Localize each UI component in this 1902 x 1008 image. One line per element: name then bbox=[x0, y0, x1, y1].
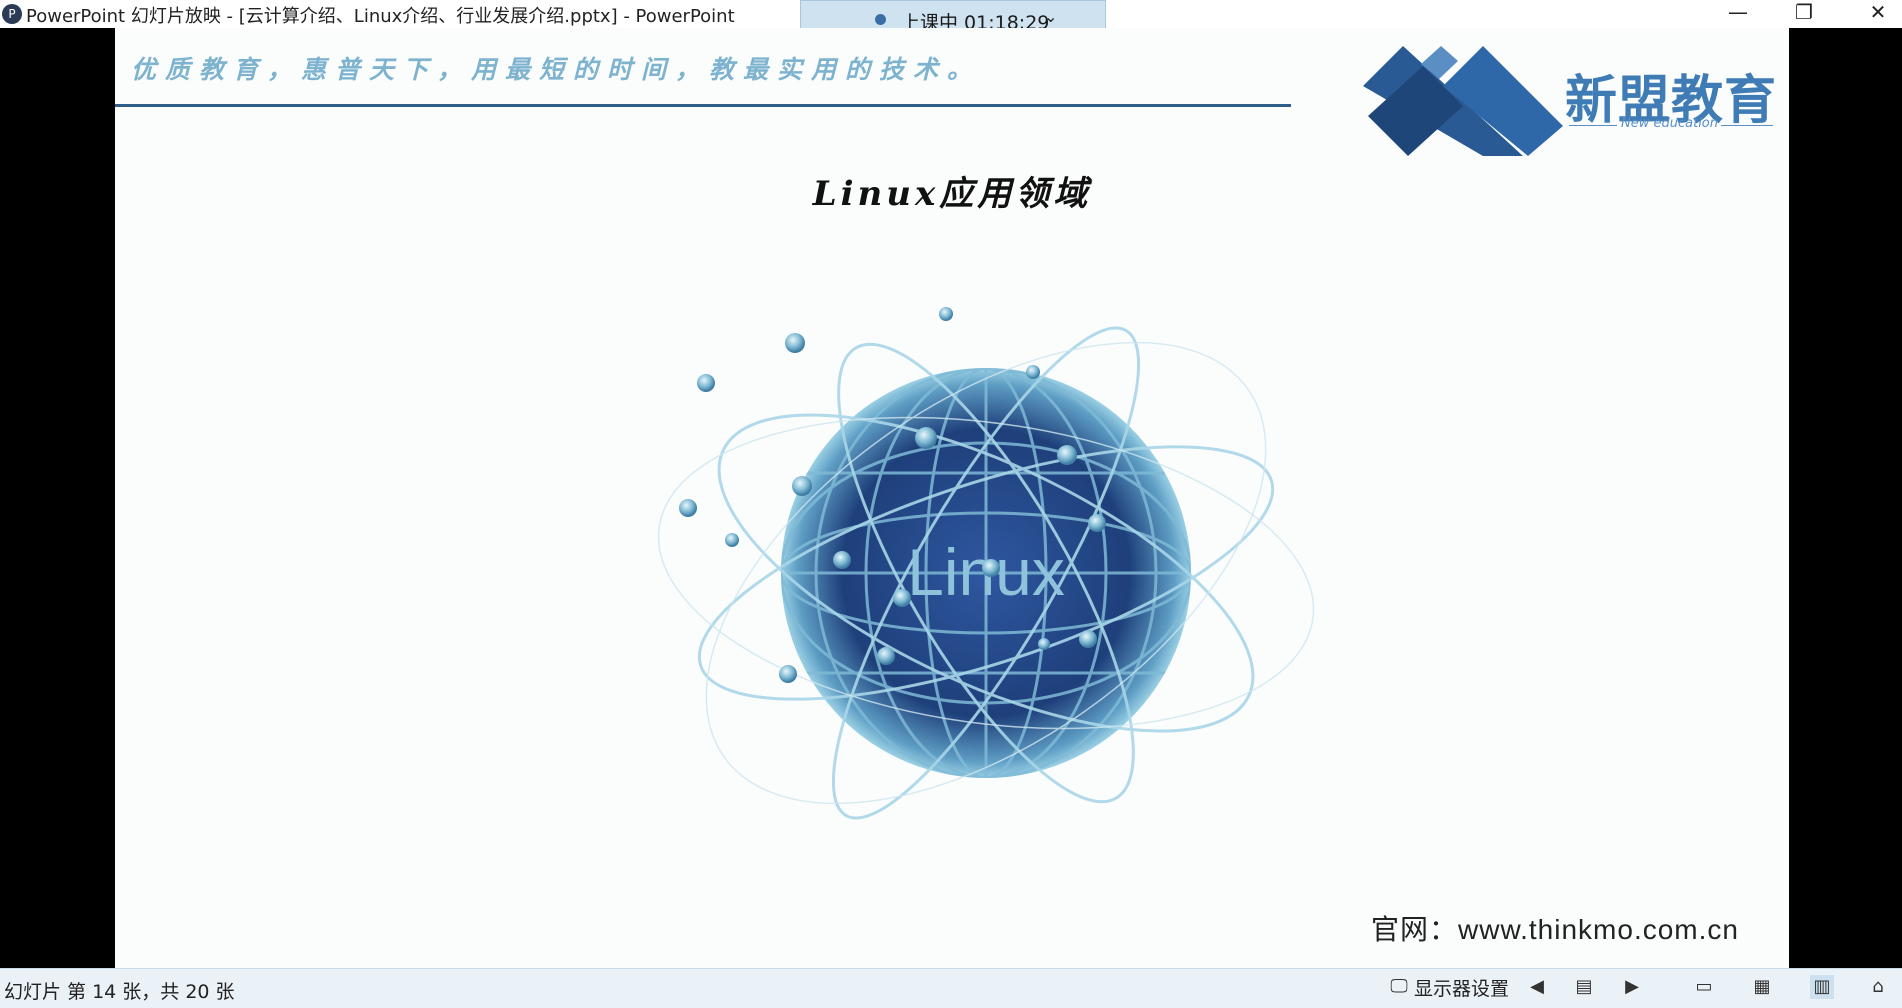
letterbox-left bbox=[0, 28, 115, 968]
website-url: 官网：www.thinkmo.com.cn bbox=[1371, 914, 1739, 945]
slide-title: Linux应用领域 bbox=[812, 174, 1092, 214]
close-button[interactable]: ✕ bbox=[1858, 0, 1898, 26]
letterbox-right bbox=[1789, 28, 1902, 968]
chevron-down-icon[interactable]: ⌄ bbox=[1044, 7, 1057, 26]
brand-name-en: New education bbox=[1621, 116, 1718, 131]
window-title: PowerPoint 幻灯片放映 - [云计算介绍、Linux介绍、行业发展介绍… bbox=[26, 6, 735, 27]
reading-view-icon[interactable]: ▥ bbox=[1810, 975, 1834, 999]
brand-logo-icon bbox=[1363, 46, 1563, 156]
previous-slide-icon[interactable]: ◀ bbox=[1525, 975, 1549, 999]
notes-icon[interactable]: ▤ bbox=[1572, 975, 1596, 999]
slideshow-view-icon[interactable]: ⌂ bbox=[1866, 975, 1890, 999]
display-settings-button[interactable]: 显示器设置 bbox=[1414, 974, 1509, 1001]
next-slide-icon[interactable]: ▶ bbox=[1620, 975, 1644, 999]
normal-view-icon[interactable]: ▭ bbox=[1692, 975, 1716, 999]
monitor-settings-icon[interactable]: 🖵 bbox=[1387, 975, 1411, 999]
logo-rule-left bbox=[1569, 125, 1617, 126]
linux-globe-illustration: Linux bbox=[657, 307, 1315, 820]
recording-dot-icon bbox=[875, 14, 886, 25]
slide-canvas: 优质教育，惠普天下，用最短的时间，教最实用的技术。 新盟教育 New educa… bbox=[115, 28, 1789, 968]
restore-button[interactable]: ❐ bbox=[1784, 0, 1824, 26]
status-bar: 幻灯片 第 14 张，共 20 张 🖵 显示器设置 ◀ ▤ ▶ ▭ ▦ ▥ ⌂ bbox=[0, 968, 1902, 1008]
slide-motto: 优质教育，惠普天下，用最短的时间，教最实用的技术。 bbox=[131, 55, 982, 84]
slide-sorter-icon[interactable]: ▦ bbox=[1750, 975, 1774, 999]
minimize-button[interactable]: — bbox=[1718, 0, 1758, 26]
powerpoint-icon: P bbox=[2, 4, 22, 24]
logo-rule-right bbox=[1721, 125, 1773, 126]
slide-counter: 幻灯片 第 14 张，共 20 张 bbox=[4, 981, 235, 1003]
header-divider bbox=[115, 104, 1291, 107]
